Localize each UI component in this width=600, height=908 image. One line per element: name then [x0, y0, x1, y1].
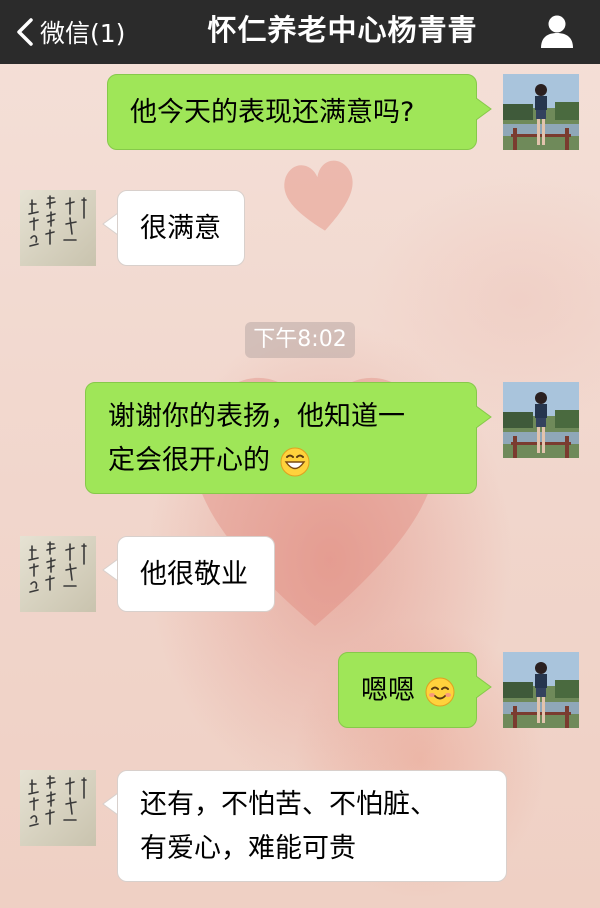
message-text: 他今天的表现还满意吗?: [130, 97, 415, 128]
bubble-tail: [476, 676, 492, 698]
message-text-line1: 谢谢你的表扬，他知道一: [108, 401, 405, 432]
bubble-tail: [102, 559, 118, 581]
grinning-face-emoji-icon: [280, 447, 310, 476]
back-label: 微信(1): [40, 19, 126, 48]
message-timestamp: 下午8:02: [245, 322, 355, 358]
bubble-tail: [102, 793, 118, 815]
message-text-line2-wrap: 定会很开心的: [108, 439, 476, 483]
background-heart-small: [284, 160, 353, 231]
back-button[interactable]: 微信(1): [14, 10, 125, 54]
sent-message-bubble[interactable]: 他今天的表现还满意吗?: [107, 74, 477, 150]
bubble-tail: [102, 213, 118, 235]
contact-avatar[interactable]: [20, 536, 96, 612]
my-avatar[interactable]: [503, 382, 579, 458]
sent-message-bubble[interactable]: 嗯嗯: [338, 652, 477, 728]
message-text: 很满意: [140, 213, 221, 244]
bubble-tail: [476, 98, 492, 120]
message-text: 他很敬业: [140, 559, 248, 590]
my-avatar[interactable]: [503, 74, 579, 150]
message-text-line2: 定会很开心的: [108, 445, 270, 476]
chevron-left-icon: [17, 18, 33, 46]
bubble-tail: [476, 406, 492, 428]
contact-avatar[interactable]: [20, 770, 96, 846]
person-icon[interactable]: [538, 12, 576, 50]
sent-message-bubble[interactable]: 谢谢你的表扬，他知道一 定会很开心的: [85, 382, 477, 494]
message-text-line2: 有爱心，难能可贵: [140, 833, 356, 864]
smiling-face-emoji-icon: [425, 677, 455, 706]
message-text-line1: 还有，不怕苦、不怕脏、: [140, 789, 437, 820]
chat-header: 微信(1) 怀仁养老中心杨青青: [0, 0, 600, 64]
contact-avatar[interactable]: [20, 190, 96, 266]
received-message-bubble[interactable]: 很满意: [117, 190, 245, 266]
message-text: 嗯嗯: [361, 675, 415, 706]
chat-title: 怀仁养老中心杨青青: [207, 13, 478, 47]
my-avatar[interactable]: [503, 652, 579, 728]
received-message-bubble[interactable]: 还有，不怕苦、不怕脏、 有爱心，难能可贵: [117, 770, 507, 882]
received-message-bubble[interactable]: 他很敬业: [117, 536, 275, 612]
